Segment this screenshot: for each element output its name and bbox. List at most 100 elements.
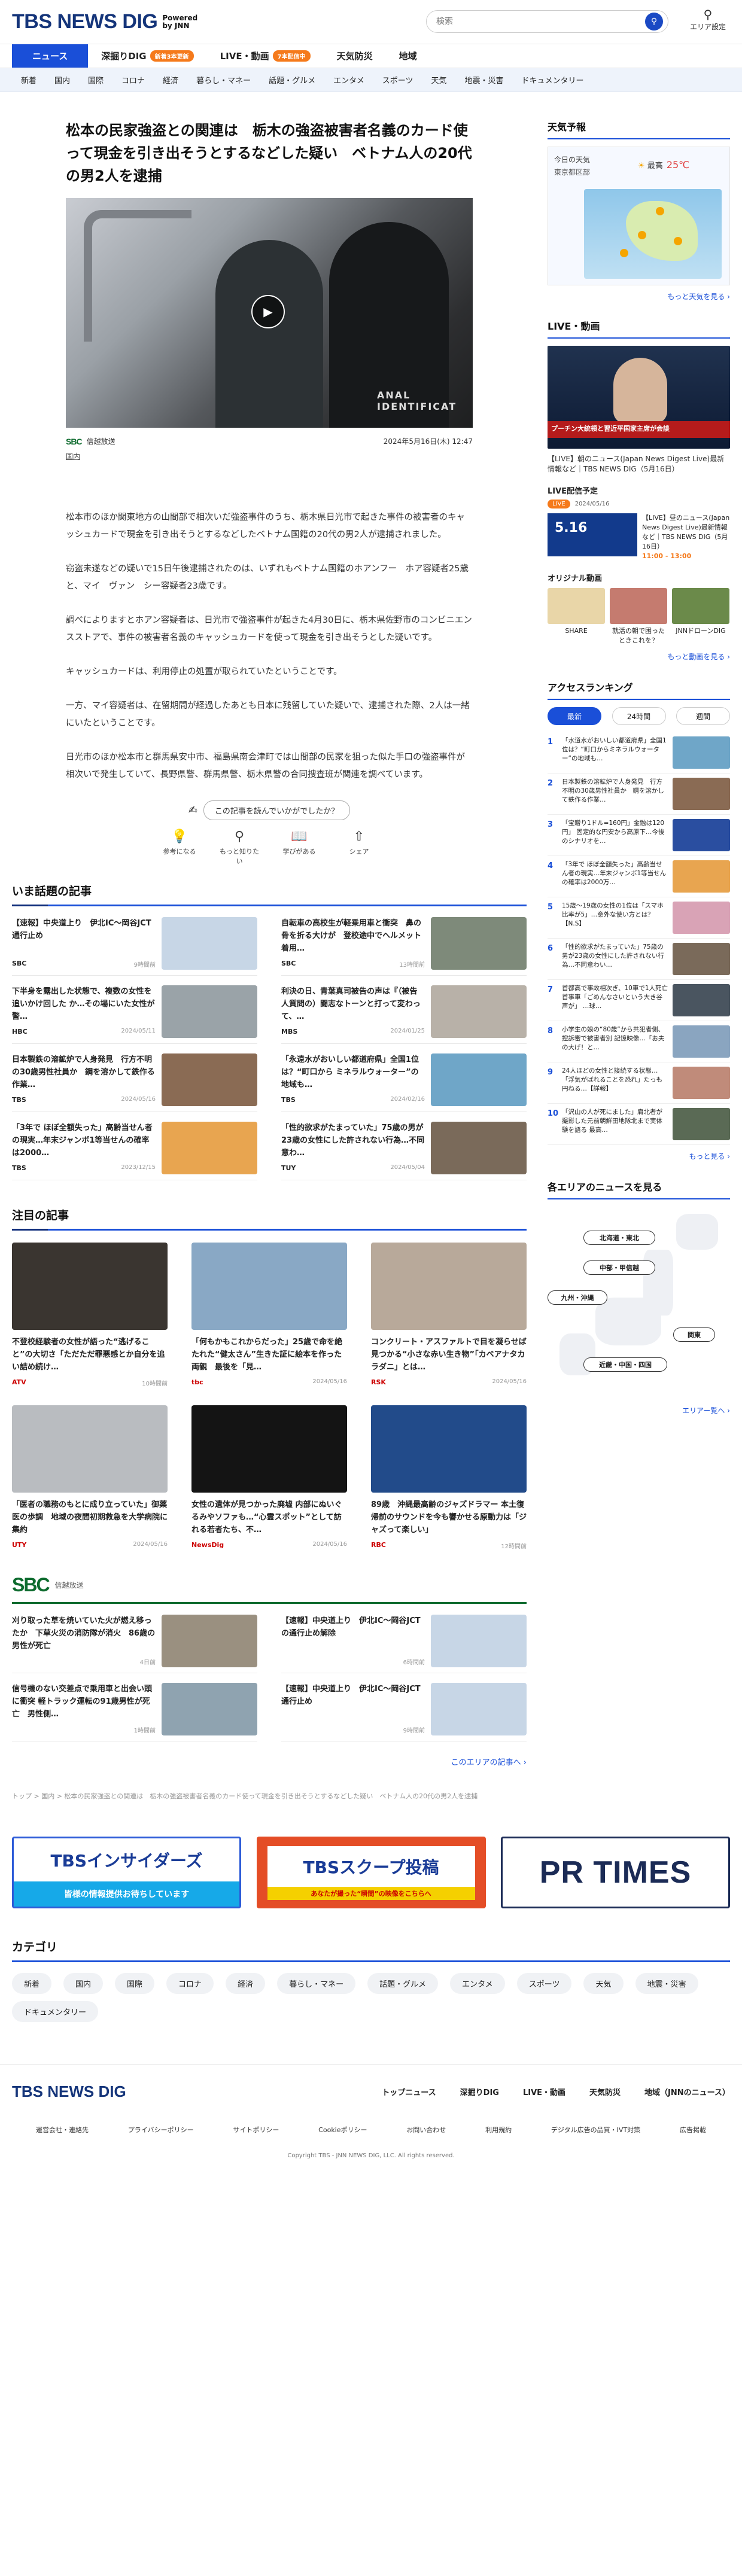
category-pill-11[interactable]: ドキュメンタリー — [12, 2001, 99, 2022]
footer-nav-item-2[interactable]: LIVE・動画 — [523, 2086, 565, 2097]
subnav-item-11[interactable]: ドキュメンタリー — [513, 74, 593, 86]
subnav-item-7[interactable]: エンタメ — [324, 74, 373, 86]
ranking-tab-2[interactable]: 週間 — [676, 707, 730, 725]
footer-nav-item-3[interactable]: 天気防災 — [589, 2086, 621, 2097]
category-pill-7[interactable]: エンタメ — [450, 1973, 505, 1994]
nav-item-2[interactable]: LIVE・動画 7本配信中 — [207, 44, 324, 68]
article-card[interactable]: 「永遠水がおいしい都道府県」全国1位は？“町口から ミネラルウォーター”の地域も… — [281, 1053, 527, 1112]
area-chubu[interactable]: 中部・甲信越 — [583, 1260, 655, 1275]
footer-link-1[interactable]: プライバシーポリシー — [128, 2125, 194, 2135]
original-video-item[interactable]: 就活の朝で困ったときこれを？ — [610, 588, 667, 645]
prtimes-banner[interactable]: PR TIMES — [501, 1837, 730, 1908]
ranking-tab-1[interactable]: 24時間 — [612, 707, 666, 725]
footer-link-0[interactable]: 運営会社・連絡先 — [36, 2125, 89, 2135]
ranking-item[interactable]: 9 24人ほどの女性と接続する状態…「浮気がばれることを恐れ」たっも円ねる…【詳報… — [548, 1062, 730, 1104]
original-video-item[interactable]: SHARE — [548, 588, 605, 645]
feedback-button-3[interactable]: ⇧ シェア — [338, 827, 380, 866]
article-card[interactable]: 自転車の高校生が軽乗用車と衝突 鼻の骨を折る大けが 登校途中でヘルメット着用… S… — [281, 917, 527, 976]
area-kinki[interactable]: 近畿・中国・四国 — [583, 1357, 667, 1372]
feedback-button-0[interactable]: 💡 参考になる — [159, 827, 200, 866]
area-hokkaido-tohoku[interactable]: 北海道・東北 — [583, 1231, 655, 1245]
category-pill-2[interactable]: 国際 — [115, 1973, 155, 1994]
live-video-thumbnail[interactable]: プーチン大統領と習近平国家主席が会談 — [548, 346, 730, 449]
ranking-tab-0[interactable]: 最新 — [548, 707, 601, 725]
nav-item-0[interactable]: ニュース — [12, 44, 89, 68]
live-video-title[interactable]: 【LIVE】朝のニュース(Japan News Digest Live)最新情報… — [548, 453, 730, 474]
feedback-button-1[interactable]: ⚲ もっと知りたい — [218, 827, 260, 866]
subnav-item-8[interactable]: スポーツ — [373, 74, 422, 86]
subnav-item-5[interactable]: 暮らし・マネー — [187, 74, 260, 86]
category-pill-4[interactable]: 経済 — [226, 1973, 266, 1994]
featured-card[interactable]: コンクリート・アスファルトで目を凝らせば見つかる“小さな赤い生き物”「カベアナタ… — [371, 1243, 527, 1387]
featured-card[interactable]: 「何もかもこれからだった」25歳で命を絶たれた“健太さん”生きた証に絵本を作った… — [191, 1243, 347, 1387]
article-card[interactable]: 【速報】中央道上り 伊北IC～岡谷JCT 通行止め SBC 9時間前 — [12, 917, 257, 976]
subnav-item-2[interactable]: 国際 — [79, 74, 112, 86]
category-pill-3[interactable]: コロナ — [166, 1973, 214, 1994]
original-video-item[interactable]: JNNドローンDIG — [672, 588, 729, 645]
article-card[interactable]: 日本製鉄の溶鉱炉で人身発見 行方不明の30歳男性社員か 鋼を溶かして鉄作る作業…… — [12, 1053, 257, 1112]
category-pill-6[interactable]: 話題・グルメ — [367, 1973, 439, 1994]
article-card[interactable]: 【速報】中央道上り 伊北IC～岡谷JCT 通行止め 9時間前 — [281, 1683, 527, 1741]
featured-card[interactable]: 女性の遺体が見つかった廃墟 内部にぬいぐるみやソファも…“心霊スポット”として訪… — [191, 1405, 347, 1550]
area-settings-button[interactable]: ⚲ エリア設定 — [687, 7, 729, 32]
footer-link-3[interactable]: Cookieポリシー — [318, 2125, 367, 2135]
subnav-item-4[interactable]: 経済 — [154, 74, 187, 86]
area-kyushu[interactable]: 九州・沖縄 — [548, 1290, 607, 1305]
search-icon[interactable]: ⚲ — [645, 13, 663, 31]
ranking-item[interactable]: 3 「宝贈り1ドル=160円」金融は120円」 固定的な円安から高原下…今後のシナ… — [548, 815, 730, 856]
ranking-item[interactable]: 4 「3年で ほぼ全額失った」高齢当せん者の現実…年末ジャンボ1等当せんの確率は2… — [548, 856, 730, 897]
ranking-item[interactable]: 7 首都高で事故相次ぎ、10車で1人死亡 首事車「ごめんなさいという大き谷声が」 … — [548, 980, 730, 1021]
featured-card[interactable]: 「医者の職務のもとに成り立っていた」御薬医の歩調 地域の夜間初期救急を大学病院に… — [12, 1405, 168, 1550]
ranking-item[interactable]: 5 15歳〜19歳の女性の1位は「スマホ比率が5」…意外な使い方とは？【N.S】 — [548, 897, 730, 939]
subnav-item-3[interactable]: コロナ — [112, 74, 154, 86]
footer-link-4[interactable]: お問い合わせ — [406, 2125, 446, 2135]
weather-widget[interactable]: 今日の天気 東京都区部 ☀ 最高 25℃ — [548, 147, 730, 285]
article-video[interactable]: ANAL IDENTIFICAT ▶ — [66, 198, 473, 428]
nav-item-1[interactable]: 深掘りDIG 新着3本更新 — [88, 44, 206, 68]
ranking-item[interactable]: 10 「沢山の人が死にました」肩北者が撮影した元前朝鮮田地隊北まで実体験を語る 最… — [548, 1104, 730, 1145]
footer-link-2[interactable]: サイトポリシー — [233, 2125, 279, 2135]
category-pill-10[interactable]: 地震・災害 — [635, 1973, 698, 1994]
site-logo[interactable]: TBS NEWS DIG — [12, 10, 158, 34]
feedback-button-2[interactable]: 📖 学びがある — [278, 827, 320, 866]
category-pill-5[interactable]: 暮らし・マネー — [277, 1973, 356, 1994]
footer-link-6[interactable]: デジタル広告の品質・IVT対策 — [551, 2125, 640, 2135]
ranking-item[interactable]: 6 「性的欲求がたまっていた」75歳の男が23歳の女性にした許されない行為…不同意… — [548, 939, 730, 980]
article-card[interactable]: 【速報】中央道上り 伊北IC～岡谷JCTの通行止め解除 6時間前 — [281, 1615, 527, 1673]
insiders-banner[interactable]: TBSインサイダーズ 皆様の情報提供お待ちしています — [12, 1837, 241, 1908]
footer-link-7[interactable]: 広告掲載 — [680, 2125, 706, 2135]
video-more-link[interactable]: もっと動画を見る › — [548, 651, 730, 662]
article-card[interactable]: 利決の日、青葉真司被告の声は『（被告人質問の）闘志なトーンと打って変わって、… M… — [281, 985, 527, 1044]
subnav-item-1[interactable]: 国内 — [45, 74, 79, 86]
nav-item-4[interactable]: 地域 — [386, 44, 430, 68]
nav-item-3[interactable]: 天気防災 — [324, 44, 386, 68]
ranking-more-link[interactable]: もっと見る › — [548, 1151, 730, 1161]
area-more-link[interactable]: エリアー覧へ › — [548, 1405, 730, 1415]
article-card[interactable]: 下半身を露出した状態で、複数の女性を追いかけ回した か…その場にいた女性が警… H… — [12, 985, 257, 1044]
subnav-item-6[interactable]: 話題・グルメ — [260, 74, 324, 86]
footer-logo[interactable]: TBS NEWS DIG — [12, 2082, 126, 2101]
subnav-item-0[interactable]: 新着 — [12, 74, 45, 86]
category-pill-0[interactable]: 新着 — [12, 1973, 52, 1994]
subnav-item-9[interactable]: 天気 — [422, 74, 455, 86]
play-icon[interactable]: ▶ — [251, 295, 285, 328]
area-kanto[interactable]: 関東 — [673, 1327, 715, 1342]
article-card[interactable]: 信号機のない交差点で乗用車と出会い頭に衝突 軽トラック運転の91歳男性が死亡 男… — [12, 1683, 257, 1741]
article-card[interactable]: 「3年で ほぼ全額失った」高齢当せん者の現実…年末ジャンボ1等当せんの確率は20… — [12, 1122, 257, 1180]
ranking-item[interactable]: 8 小学生の娘の“80歳”から共犯者側、控訴審で被害者別 記憶映像…「お夫の大げ！… — [548, 1021, 730, 1062]
category-pill-1[interactable]: 国内 — [63, 1973, 104, 1994]
search-input[interactable] — [436, 17, 645, 26]
article-category-link[interactable]: 国内 — [66, 451, 527, 461]
article-card[interactable]: 「性的欲求がたまっていた」75歳の男が23歳の女性にした許されない行為…不同意わ… — [281, 1122, 527, 1180]
footer-nav-item-4[interactable]: 地域（JNNのニュース） — [644, 2086, 730, 2097]
schedule-item[interactable]: 5.16 【LIVE】昼のニュース(Japan News Digest Live… — [548, 513, 730, 561]
footer-link-5[interactable]: 利用規約 — [485, 2125, 512, 2135]
local-more-link[interactable]: このエリアの記事へ › — [12, 1756, 527, 1767]
featured-card[interactable]: 89歳 沖縄最高齢のジャズドラマー 本土復帰前のサウンドを今も響かせる原動力は「… — [371, 1405, 527, 1550]
ranking-item[interactable]: 1 「水道水がおいしい都道府県」全国1位は？“町口からミネラルウォーター”の地域も… — [548, 732, 730, 774]
featured-card[interactable]: 不登校経験者の女性が語った“逃げること”の大切さ「ただただ罪悪感とか自分を追い詰… — [12, 1243, 168, 1387]
weather-more-link[interactable]: もっと天気を見る › — [548, 291, 730, 302]
subnav-item-10[interactable]: 地震・災害 — [456, 74, 513, 86]
scoop-banner[interactable]: TBSスクープ投稿 あなたが撮った“瞬間”の映像をこちらへ — [256, 1837, 486, 1908]
category-pill-9[interactable]: 天気 — [583, 1973, 624, 1994]
